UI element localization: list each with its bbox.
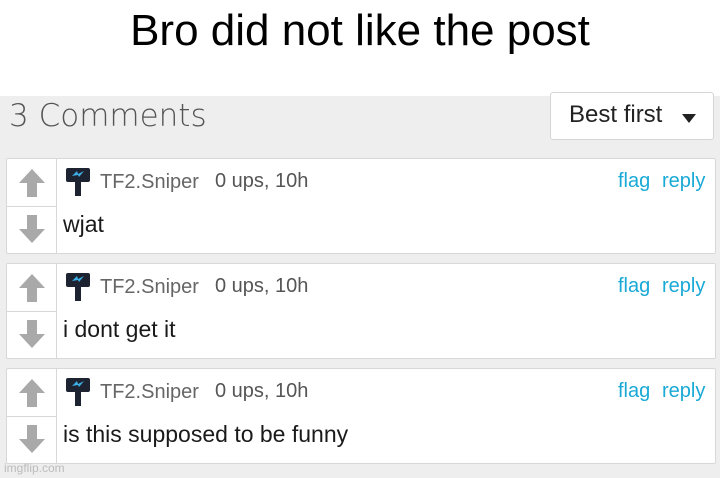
comment-item: TF2.Sniper 0 ups, 10h flag reply i dont …: [6, 263, 716, 359]
caret-down-icon: [682, 114, 696, 123]
comment-item: TF2.Sniper 0 ups, 10h flag reply is this…: [6, 368, 716, 464]
comments-count-heading: 3 Comments: [9, 98, 207, 134]
meme-caption-area: Bro did not like the post: [0, 0, 720, 96]
comment-username[interactable]: TF2.Sniper: [100, 381, 199, 404]
reply-link[interactable]: reply: [662, 275, 705, 298]
flag-link[interactable]: flag: [618, 170, 650, 193]
comment-meta: 0 ups, 10h: [215, 170, 309, 192]
comment-meta: 0 ups, 10h: [215, 275, 309, 297]
imgflip-watermark: imgflip.com: [4, 461, 65, 475]
vote-column: [7, 159, 57, 253]
sort-dropdown[interactable]: Best first: [550, 92, 714, 140]
comment-text: i dont get it: [63, 316, 176, 342]
comment-text: is this supposed to be funny: [63, 421, 349, 447]
flag-link[interactable]: flag: [618, 275, 650, 298]
hammer-avatar-icon[interactable]: [65, 272, 91, 302]
comment-username[interactable]: TF2.Sniper: [100, 171, 199, 194]
meme-caption: Bro did not like the post: [130, 6, 590, 55]
reply-link[interactable]: reply: [662, 170, 705, 193]
hammer-avatar-icon[interactable]: [65, 377, 91, 407]
vote-divider: [7, 206, 57, 207]
vote-divider: [7, 311, 57, 312]
comment-text: wjat: [63, 211, 104, 237]
downvote-arrow-icon[interactable]: [18, 319, 46, 349]
comment-meta: 0 ups, 10h: [215, 380, 309, 402]
comment-item: TF2.Sniper 0 ups, 10h flag reply wjat: [6, 158, 716, 254]
upvote-arrow-icon[interactable]: [18, 273, 46, 303]
vote-column: [7, 264, 57, 358]
downvote-arrow-icon[interactable]: [18, 424, 46, 454]
sort-dropdown-label: Best first: [569, 101, 663, 128]
vote-column: [7, 369, 57, 463]
upvote-arrow-icon[interactable]: [18, 378, 46, 408]
vote-divider: [7, 416, 57, 417]
upvote-arrow-icon[interactable]: [18, 168, 46, 198]
hammer-avatar-icon[interactable]: [65, 167, 91, 197]
flag-link[interactable]: flag: [618, 380, 650, 403]
downvote-arrow-icon[interactable]: [18, 214, 46, 244]
comment-username[interactable]: TF2.Sniper: [100, 276, 199, 299]
reply-link[interactable]: reply: [662, 380, 705, 403]
